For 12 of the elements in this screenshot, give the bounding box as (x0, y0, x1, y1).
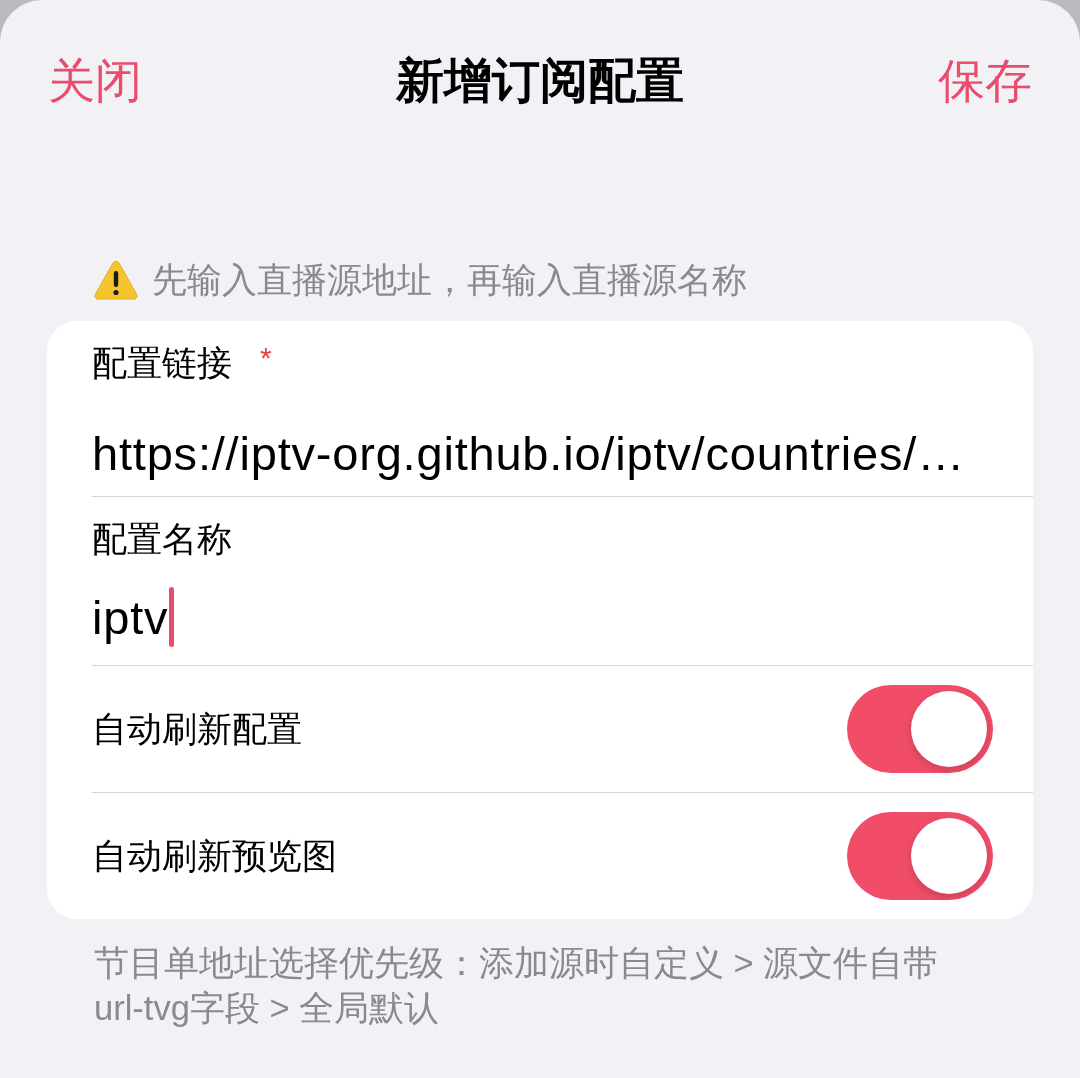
required-asterisk: * (260, 343, 272, 373)
notice-text: 先输入直播源地址，再输入直播源名称 (152, 260, 747, 300)
field-label: 配置链接 (92, 343, 232, 383)
text-cursor-icon (169, 587, 175, 647)
warning-icon (94, 260, 138, 300)
field-label: 配置名称 (92, 519, 232, 559)
footer-note: 节目单地址选择优先级：添加源时自定义 > 源文件自带url-tvg字段 > 全局默认 (94, 943, 940, 1029)
toggle-label: 自动刷新配置 (92, 709, 302, 749)
toggle-label: 自动刷新预览图 (92, 836, 337, 876)
input-field[interactable]: iptv (92, 585, 175, 649)
input-field[interactable]: https://iptv-org.github.io/iptv/countries/… (92, 421, 965, 485)
page-title: 新增订阅配置 (396, 53, 684, 109)
